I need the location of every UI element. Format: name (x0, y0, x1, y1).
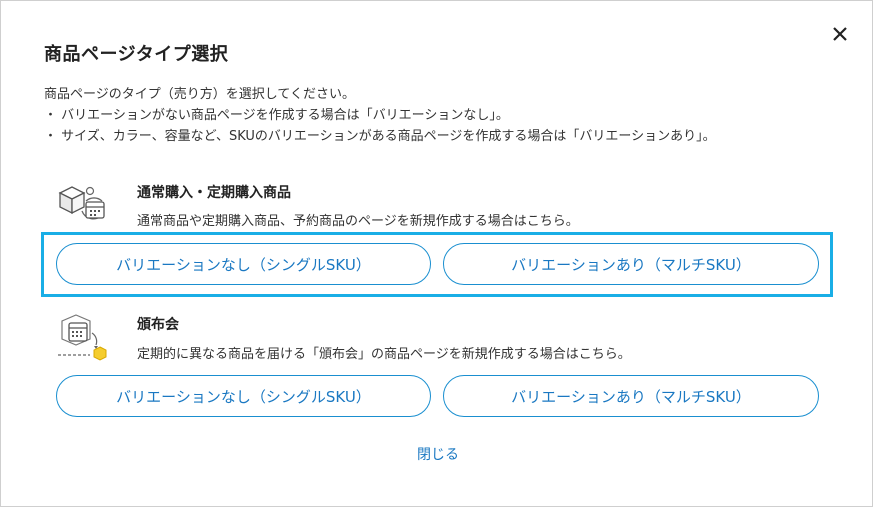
subscription-single-sku-button[interactable]: バリエーションなし（シングルSKU） (56, 375, 431, 417)
section-desc-regular: 通常商品や定期購入商品、予約商品のページを新規作成する場合はこちら。 (137, 214, 579, 229)
close-icon (833, 27, 847, 41)
close-button[interactable] (827, 21, 853, 47)
box-calendar-icon (56, 181, 112, 231)
section-desc-subscription: 定期的に異なる商品を届ける「頒布会」の商品ページを新規作成する場合はこちら。 (137, 347, 631, 362)
product-page-type-dialog: 商品ページタイプ選択 商品ページのタイプ（売り方）を選択してください。 ・ バリ… (0, 0, 873, 507)
calendar-subscription-icon (56, 313, 116, 367)
bullet-with-variation: ・ サイズ、カラー、容量など、SKUのバリエーションがある商品ページを作成する場… (44, 129, 716, 144)
bullet-no-variation: ・ バリエーションがない商品ページを作成する場合は「バリエーションなし」。 (44, 108, 509, 123)
intro-text: 商品ページのタイプ（売り方）を選択してください。 (44, 87, 355, 102)
section-title-regular: 通常購入・定期購入商品 (137, 185, 291, 201)
regular-single-sku-button[interactable]: バリエーションなし（シングルSKU） (56, 243, 431, 285)
regular-multi-sku-button[interactable]: バリエーションあり（マルチSKU） (443, 243, 819, 285)
subscription-multi-sku-button[interactable]: バリエーションあり（マルチSKU） (443, 375, 819, 417)
dialog-title: 商品ページタイプ選択 (44, 44, 229, 65)
close-link[interactable]: 閉じる (417, 444, 459, 464)
section-title-subscription: 頒布会 (137, 317, 179, 333)
